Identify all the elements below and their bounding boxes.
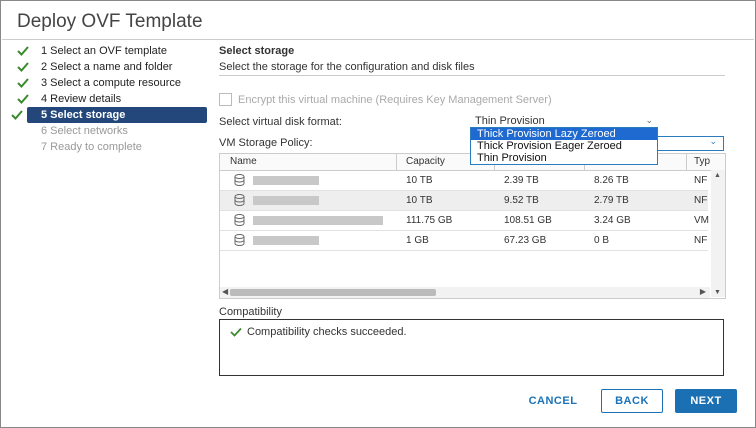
step-label: 4 Review details	[41, 93, 122, 105]
type-cell: NF	[694, 235, 708, 246]
compatibility-message: Compatibility checks succeeded.	[230, 326, 407, 338]
datastore-name-redacted	[253, 196, 319, 205]
step-select-storage[interactable]: 5 Select storage	[11, 107, 207, 123]
cancel-button[interactable]: CANCEL	[518, 389, 588, 413]
datastore-table: Name Capacity Typ 10 TB 2.39 TB 8.26 TB …	[219, 153, 726, 299]
column-header-capacity[interactable]: Capacity	[406, 156, 445, 167]
scroll-down-icon[interactable]: ▼	[714, 289, 721, 296]
table-row[interactable]: 1 GB 67.23 GB 0 B NF	[220, 231, 708, 251]
wizard-steps: 1 Select an OVF template 2 Select a name…	[11, 43, 207, 155]
check-icon	[230, 327, 242, 337]
section-subtitle: Select the storage for the configuration…	[219, 61, 475, 73]
check-icon	[11, 107, 25, 123]
datastore-name-redacted	[253, 236, 319, 245]
next-button[interactable]: NEXT	[675, 389, 737, 413]
deploy-ovf-dialog: Deploy OVF Template 1 Select an OVF temp…	[0, 0, 756, 428]
datastore-icon	[234, 194, 245, 206]
compatibility-text: Compatibility checks succeeded.	[247, 326, 407, 338]
compatibility-label: Compatibility	[219, 306, 282, 318]
section-title: Select storage	[219, 45, 295, 57]
type-cell: NF	[694, 195, 708, 206]
step-ready-to-complete: 7 Ready to complete	[11, 139, 207, 155]
encrypt-checkbox[interactable]	[219, 93, 232, 106]
free-cell: 8.26 TB	[594, 175, 629, 186]
capacity-cell: 10 TB	[406, 195, 433, 206]
option-thick-lazy-zeroed[interactable]: Thick Provision Lazy Zeroed	[471, 128, 657, 140]
scroll-up-icon[interactable]: ▲	[714, 172, 721, 179]
scroll-left-icon[interactable]: ◀	[222, 287, 228, 296]
check-icon	[17, 43, 31, 59]
check-icon	[17, 59, 31, 75]
datastore-icon	[234, 214, 245, 226]
vertical-scrollbar[interactable]: ▲ ▼	[711, 170, 725, 297]
encrypt-vm-option: Encrypt this virtual machine (Requires K…	[219, 93, 552, 106]
capacity-cell: 10 TB	[406, 175, 433, 186]
provisioned-cell: 9.52 TB	[504, 195, 539, 206]
provisioned-cell: 108.51 GB	[504, 215, 552, 226]
type-cell: NF	[694, 175, 708, 186]
storage-policy-select[interactable]: ⌄	[656, 136, 724, 151]
step-label: 1 Select an OVF template	[41, 45, 167, 57]
scrollbar-thumb[interactable]	[230, 289, 436, 296]
option-thin-provision[interactable]: Thin Provision	[471, 152, 657, 164]
step-label: 6 Select networks	[41, 125, 128, 137]
step-label: 2 Select a name and folder	[41, 61, 173, 73]
chevron-down-icon: ⌄	[645, 115, 653, 125]
datastore-icon	[234, 234, 245, 246]
step-label: 5 Select storage	[41, 109, 126, 121]
column-divider	[396, 154, 397, 170]
chevron-down-icon: ⌄	[709, 136, 717, 146]
disk-format-dropdown: Thick Provision Lazy Zeroed Thick Provis…	[470, 127, 658, 165]
horizontal-scrollbar[interactable]: ◀ ▶	[220, 287, 710, 298]
option-thick-eager-zeroed[interactable]: Thick Provision Eager Zeroed	[471, 140, 657, 152]
check-icon	[17, 75, 31, 91]
table-row[interactable]: 10 TB 2.39 TB 8.26 TB NF	[220, 171, 708, 191]
section-divider	[219, 75, 725, 76]
datastore-name-redacted	[253, 176, 319, 185]
type-cell: VM	[694, 215, 709, 226]
step-label: 7 Ready to complete	[41, 141, 142, 153]
provisioned-cell: 2.39 TB	[504, 175, 539, 186]
column-header-type[interactable]: Typ	[694, 156, 710, 167]
step-review-details[interactable]: 4 Review details	[11, 91, 207, 107]
table-row[interactable]: 111.75 GB 108.51 GB 3.24 GB VM	[220, 211, 709, 231]
back-button[interactable]: BACK	[601, 389, 663, 413]
disk-format-value: Thin Provision	[475, 115, 545, 127]
dialog-title: Deploy OVF Template	[17, 11, 203, 32]
step-select-name-folder[interactable]: 2 Select a name and folder	[11, 59, 207, 75]
datastore-icon	[234, 174, 245, 186]
step-select-networks: 6 Select networks	[11, 123, 207, 139]
step-select-compute-resource[interactable]: 3 Select a compute resource	[11, 75, 207, 91]
provisioned-cell: 67.23 GB	[504, 235, 547, 246]
capacity-cell: 1 GB	[406, 235, 429, 246]
check-icon	[17, 91, 31, 107]
step-label: 3 Select a compute resource	[41, 77, 182, 89]
compatibility-panel: Compatibility checks succeeded.	[219, 319, 724, 376]
scroll-right-icon[interactable]: ▶	[700, 287, 706, 296]
title-divider	[2, 39, 754, 40]
section-header: Select storage Select the storage for th…	[219, 45, 725, 73]
datastore-name-redacted	[253, 216, 383, 225]
free-cell: 3.24 GB	[594, 215, 631, 226]
capacity-cell: 111.75 GB	[406, 215, 453, 226]
column-header-name[interactable]: Name	[230, 156, 257, 167]
encrypt-label: Encrypt this virtual machine (Requires K…	[238, 93, 552, 106]
disk-format-label: Select virtual disk format:	[219, 116, 342, 128]
storage-policy-label: VM Storage Policy:	[219, 137, 313, 149]
free-cell: 0 B	[594, 235, 610, 246]
free-cell: 2.79 TB	[594, 195, 629, 206]
table-row[interactable]: 10 TB 9.52 TB 2.79 TB NF	[220, 191, 708, 211]
step-select-ovf-template[interactable]: 1 Select an OVF template	[11, 43, 207, 59]
column-divider	[686, 154, 687, 170]
